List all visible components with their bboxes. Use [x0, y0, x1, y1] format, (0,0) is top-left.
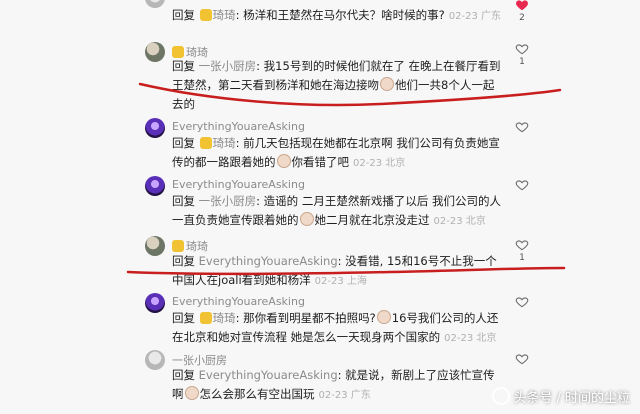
heart-outline-icon — [515, 122, 529, 133]
mention-link[interactable]: 一张小厨房 — [199, 59, 257, 73]
avatar[interactable] — [145, 0, 165, 8]
heart-outline-icon — [515, 297, 529, 308]
comment-text: 回复 琦琦: 杨洋和王楚然在马尔代夫？啥时候的事? 02-23 广东 — [172, 8, 502, 22]
mention-link[interactable]: 琦琦 — [213, 136, 236, 150]
avatar[interactable] — [145, 293, 165, 313]
comment-text: 回复 琦琦: 前几天包括现在她都在北京啊 我们公司有负责她宣传的都一路跟着她的你… — [172, 136, 500, 169]
like-button[interactable]: 2 — [514, 0, 530, 23]
like-button[interactable] — [514, 120, 530, 134]
mention-link[interactable]: 琦琦 — [213, 8, 236, 22]
comment-0: 回复 琦琦: 杨洋和王楚然在马尔代夫？啥时候的事? 02-23 广东 2 — [0, 0, 640, 30]
username[interactable]: EverythingYouareAsking — [172, 295, 305, 308]
emoji-icon — [184, 386, 199, 400]
like-count: 2 — [519, 13, 525, 23]
mention-link[interactable]: EverythingYouareAsking — [199, 254, 338, 268]
user-emoji-icon — [199, 312, 212, 324]
avatar[interactable] — [145, 350, 165, 370]
emoji-icon — [380, 77, 394, 91]
username[interactable]: EverythingYouareAsking — [172, 120, 305, 133]
emoji-icon — [276, 154, 291, 168]
timestamp: 02-23 北京 — [444, 333, 497, 344]
user-emoji-icon — [199, 137, 212, 149]
like-button[interactable]: 1 — [514, 42, 530, 67]
comment-2: EverythingYouareAsking 回复 琦琦: 前几天包括现在她都在… — [0, 118, 640, 173]
timestamp: 02-23 上海 — [314, 276, 367, 287]
comment-text: 回复 EverythingYouareAsking: 就是说，新剧上了应该忙宣传… — [172, 368, 495, 401]
username[interactable]: EverythingYouareAsking — [172, 178, 305, 191]
heart-outline-icon — [515, 354, 529, 365]
mention-link[interactable]: 琦琦 — [213, 311, 236, 325]
like-button[interactable]: 1 — [514, 238, 530, 263]
logo-icon — [492, 387, 511, 405]
comment-4: 琦琦 回复 EverythingYouareAsking: 没看错, 15和16… — [0, 236, 640, 287]
like-button[interactable] — [514, 352, 530, 366]
emoji-icon — [299, 212, 314, 226]
comment-text: 回复 EverythingYouareAsking: 没看错, 15和16号不止… — [172, 254, 497, 287]
avatar[interactable] — [145, 176, 165, 196]
comment-5: EverythingYouareAsking 回复 琦琦: 那你看到明星都不拍照… — [0, 293, 640, 348]
comment-3: EverythingYouareAsking 回复 一张小厨房: 造谣的 二月王… — [0, 176, 640, 231]
user-emoji-icon — [172, 240, 184, 252]
timestamp: 02-23 广东 — [448, 11, 502, 22]
comment-text: 回复 琦琦: 那你看到明星都不拍照吗? 16号我们公司的人还在北京和她对宣传流程 … — [172, 310, 499, 344]
timestamp: 02-23 北京 — [433, 216, 486, 227]
timestamp: 02-23 北京 — [353, 158, 406, 169]
comment-1: 琦琦 回复 一张小厨房: 我15号到的时候他们就在了 在晚上在餐厅看到王楚然，第… — [0, 40, 640, 111]
heart-outline-icon — [515, 240, 529, 251]
mention-link[interactable]: EverythingYouareAsking — [199, 368, 338, 382]
like-button[interactable] — [514, 295, 530, 309]
heart-outline-icon — [515, 180, 529, 191]
watermark: 头条号 / 时间的尘粒 — [492, 387, 630, 406]
like-count: 1 — [519, 253, 525, 263]
heart-outline-icon — [515, 44, 529, 55]
comment-text: 回复 一张小厨房: 我15号到的时候他们就在了 在晚上在餐厅看到王楚然，第二天看… — [172, 59, 501, 111]
avatar[interactable] — [145, 118, 165, 138]
comment-text: 回复 一张小厨房: 造谣的 二月王楚然新戏播了以后 我们公司的人一直负责她宣传跟… — [172, 194, 501, 227]
heart-filled-icon — [516, 0, 528, 11]
user-emoji-icon — [199, 9, 212, 21]
emoji-icon — [376, 310, 391, 324]
like-count: 1 — [519, 57, 525, 67]
avatar[interactable] — [145, 42, 165, 62]
timestamp: 02-23 广东 — [318, 390, 371, 401]
mention-link[interactable]: 一张小厨房 — [199, 194, 257, 208]
avatar[interactable] — [145, 236, 165, 256]
like-button[interactable] — [514, 178, 530, 192]
